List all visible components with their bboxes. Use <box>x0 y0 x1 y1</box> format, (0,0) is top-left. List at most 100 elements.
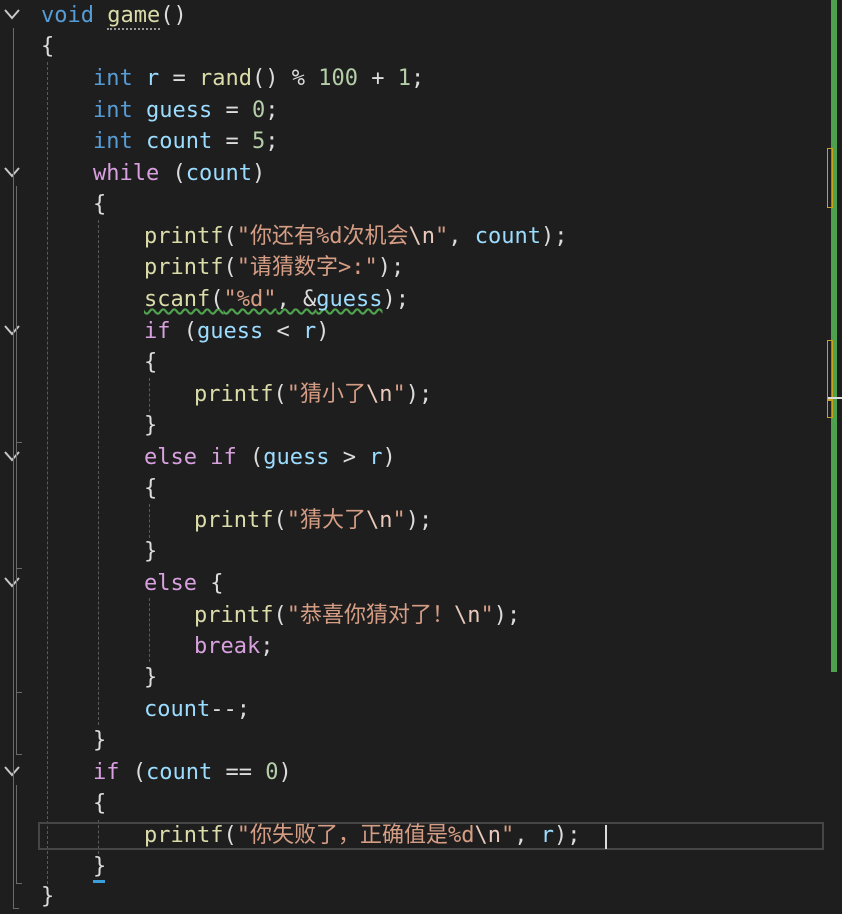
code-line[interactable]: void game() <box>41 0 187 31</box>
code-token: { <box>144 350 158 375</box>
code-line[interactable]: else { <box>144 568 223 599</box>
code-token: ) <box>382 445 396 470</box>
code-line[interactable]: } <box>144 536 157 567</box>
change-bar <box>831 0 837 672</box>
code-token: ( <box>170 319 197 344</box>
code-token: () <box>160 3 187 28</box>
code-token: { <box>196 571 224 596</box>
code-token: 0 <box>251 98 266 123</box>
code-token: count <box>474 224 541 249</box>
code-line[interactable]: int r = rand() % 100 + 1; <box>93 63 424 94</box>
code-token: if <box>93 760 120 785</box>
code-token: { <box>41 34 55 59</box>
text-caret <box>605 825 607 849</box>
code-line[interactable]: break; <box>194 631 273 662</box>
code-line[interactable]: int count = 5; <box>93 126 278 157</box>
code-token: int <box>93 66 133 91</box>
code-token: count <box>146 760 213 785</box>
code-line[interactable]: } <box>41 881 54 912</box>
outline-end <box>16 692 22 693</box>
code-token: ( <box>273 603 287 628</box>
code-token: ( <box>210 287 224 312</box>
code-token: r <box>540 823 554 848</box>
code-token: " <box>500 823 515 848</box>
code-token: "猜小了 <box>286 382 366 407</box>
code-token: = <box>159 66 199 91</box>
code-token: \n <box>365 382 393 407</box>
code-line[interactable]: } <box>93 725 106 756</box>
code-line[interactable]: { <box>93 189 106 220</box>
code-line[interactable]: while (count) <box>93 158 265 189</box>
code-token: printf <box>194 382 274 407</box>
code-line[interactable]: if (guess < r) <box>144 316 329 347</box>
code-line[interactable]: { <box>144 473 157 504</box>
code-token: ( <box>159 161 186 186</box>
outline-line <box>16 344 17 442</box>
code-line[interactable]: printf("你失败了，正确值是%d\n", r); <box>144 820 580 851</box>
code-token: { <box>93 791 107 816</box>
scroll-marker <box>827 340 833 400</box>
chevron-down-icon[interactable] <box>3 8 21 24</box>
code-line[interactable]: } <box>93 851 106 882</box>
code-line[interactable]: } <box>144 410 157 441</box>
outline-line <box>16 596 17 692</box>
code-token: "你还有%d次机会 <box>236 224 409 249</box>
code-token: > <box>329 445 370 470</box>
outline-line <box>16 470 17 568</box>
code-line[interactable]: scanf("%d", &guess); <box>144 284 409 315</box>
code-token: ); <box>405 508 433 533</box>
code-token: ( <box>223 255 237 280</box>
code-token: "恭喜你猜对了！ <box>286 603 454 628</box>
code-line[interactable]: { <box>41 31 54 62</box>
outline-end <box>16 568 22 569</box>
chevron-down-icon[interactable] <box>3 765 21 781</box>
scroll-marker <box>827 400 833 418</box>
code-token: else <box>144 445 197 470</box>
chevron-down-icon[interactable] <box>3 166 21 182</box>
indent-guide <box>149 504 150 538</box>
code-line[interactable]: printf("猜小了\n"); <box>194 379 432 410</box>
vertical-scrollbar[interactable] <box>827 0 842 914</box>
code-line[interactable]: int guess = 0; <box>93 95 278 126</box>
code-token: " <box>392 508 406 533</box>
code-token: } <box>144 413 158 438</box>
code-token: printf <box>144 255 224 280</box>
scroll-position-indicator <box>828 397 842 399</box>
editor-gutter <box>0 0 34 914</box>
code-line[interactable]: { <box>144 347 157 378</box>
code-token: ); <box>382 287 409 312</box>
code-token: ) <box>251 161 266 186</box>
code-token: rand <box>199 66 252 91</box>
code-token: ; <box>265 98 279 123</box>
chevron-down-icon[interactable] <box>3 324 21 340</box>
code-token: , <box>448 224 475 249</box>
code-token: () % <box>251 66 319 91</box>
chevron-down-icon[interactable] <box>3 450 21 466</box>
code-line[interactable]: printf("请猜数字>:"); <box>144 252 404 283</box>
code-line[interactable]: printf("恭喜你猜对了！\n"); <box>194 600 520 631</box>
code-token: { <box>144 476 158 501</box>
code-token: printf <box>144 823 224 848</box>
code-token: guess <box>197 319 264 344</box>
code-line[interactable]: printf("你还有%d次机会\n", count); <box>144 221 567 252</box>
code-token: else <box>144 571 197 596</box>
code-line[interactable]: if (count == 0) <box>93 757 292 788</box>
code-token: "你失败了，正确值是%d <box>236 823 475 848</box>
code-line[interactable]: else if (guess > r) <box>144 442 396 473</box>
code-line[interactable]: { <box>93 788 106 819</box>
code-token: ); <box>405 382 433 407</box>
code-token: count <box>144 697 211 722</box>
code-token: r <box>369 445 383 470</box>
code-line[interactable]: printf("猜大了\n"); <box>194 505 432 536</box>
code-token: ); <box>377 255 405 280</box>
code-line[interactable]: } <box>144 662 157 693</box>
code-line[interactable]: count--; <box>144 694 250 725</box>
code-token: " <box>434 224 449 249</box>
outline-end <box>13 908 19 909</box>
outline-line <box>16 785 17 883</box>
chevron-down-icon[interactable] <box>3 576 21 592</box>
